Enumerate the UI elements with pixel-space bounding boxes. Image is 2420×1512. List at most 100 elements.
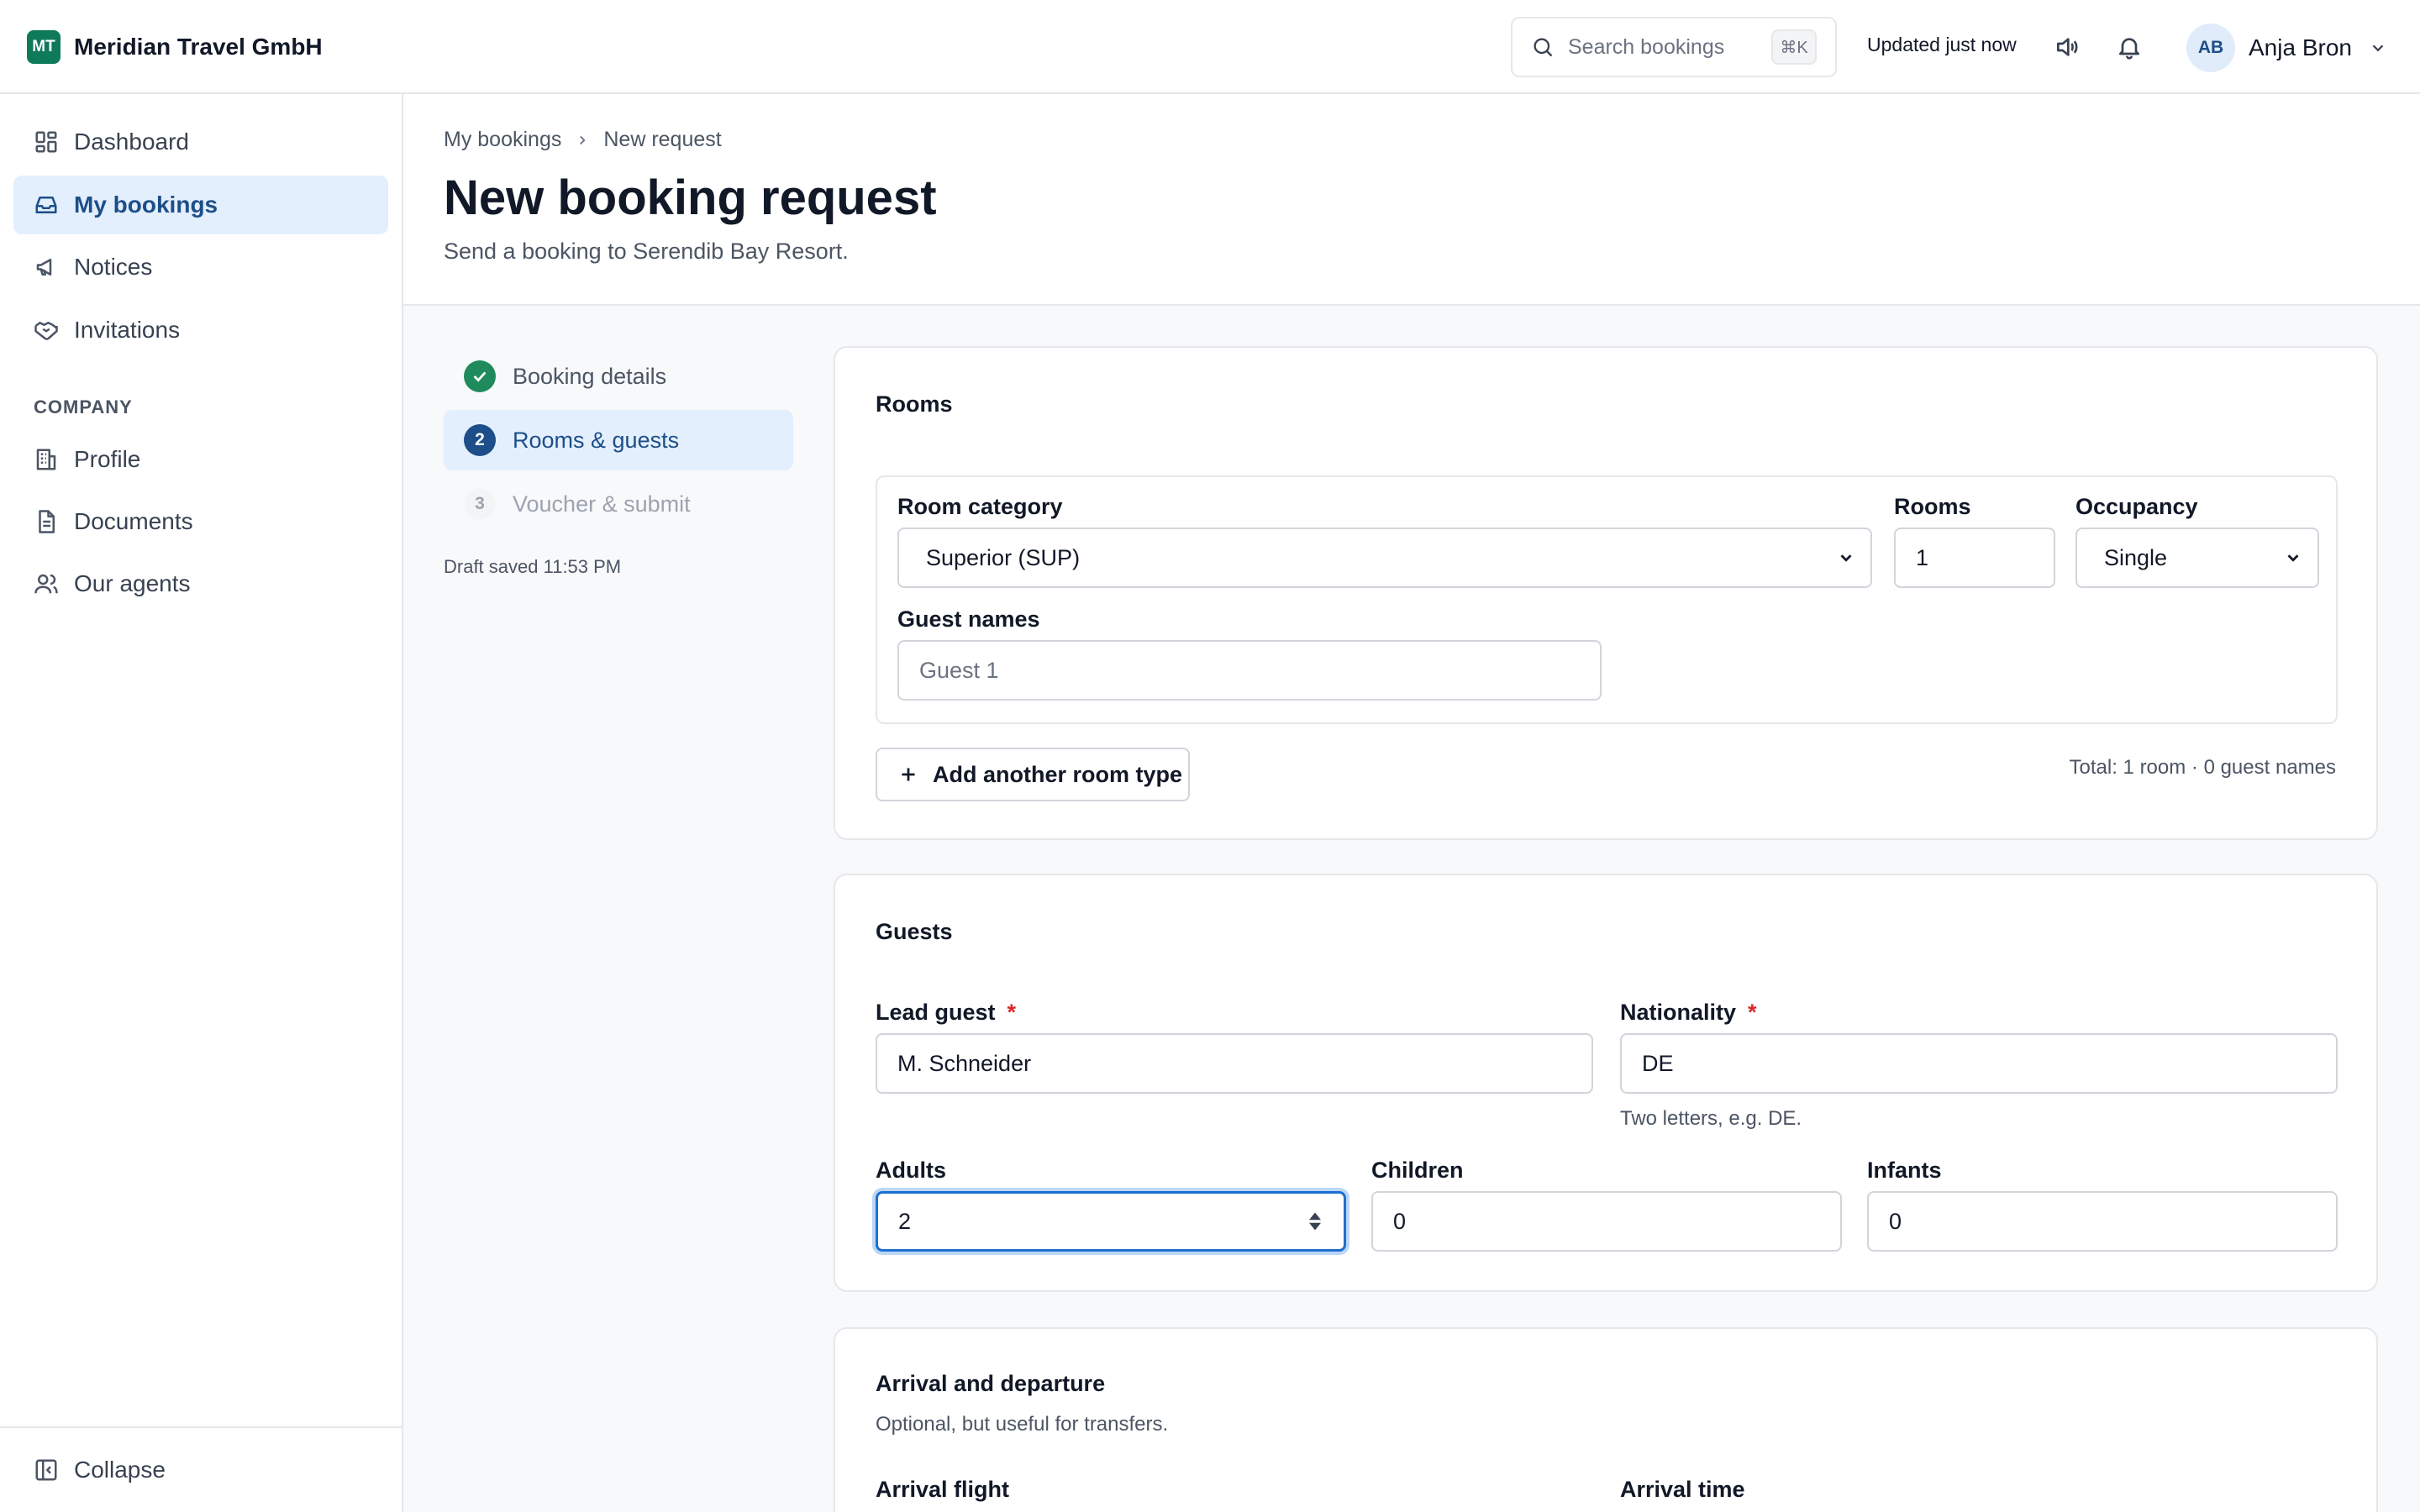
search-bar[interactable]: Search bookings ⌘K	[1511, 17, 1837, 77]
nationality-input[interactable]	[1620, 1033, 2338, 1094]
breadcrumb-link-my-bookings[interactable]: My bookings	[444, 128, 561, 152]
document-icon	[34, 509, 59, 534]
adults-input[interactable]	[876, 1191, 1346, 1252]
sidebar: Dashboard My bookings Notices Invitation…	[0, 94, 403, 1512]
chevron-down-icon	[2369, 39, 2387, 57]
sidebar-item-label: Invitations	[74, 317, 181, 343]
required-mark: *	[1748, 1000, 1757, 1025]
adults-field	[876, 1191, 1346, 1252]
speaker-icon[interactable]	[2050, 30, 2084, 64]
sidebar-item-documents[interactable]: Documents	[13, 492, 388, 551]
add-room-type-label: Add another room type	[933, 761, 1183, 787]
nationality-label: Nationality *	[1620, 1000, 1757, 1026]
sidebar-item-label: Dashboard	[74, 129, 189, 155]
check-circle-icon	[464, 360, 496, 392]
required-mark: *	[1007, 1000, 1017, 1025]
rooms-card-title: Rooms	[876, 391, 953, 417]
step-booking-details[interactable]: Booking details	[444, 346, 793, 407]
rooms-count-input[interactable]	[1894, 528, 2055, 588]
sidebar-item-label: Profile	[74, 446, 141, 472]
add-room-type-button[interactable]: Add another room type	[876, 748, 1190, 801]
step-number: 2	[464, 424, 496, 456]
sidebar-item-notices[interactable]: Notices	[13, 238, 388, 297]
arrival-card-title: Arrival and departure	[876, 1371, 1106, 1396]
arrival-card-subtitle: Optional, but useful for transfers.	[876, 1413, 1169, 1436]
sidebar-item-label: My bookings	[74, 192, 218, 218]
occupancy-select[interactable]: Single	[2075, 528, 2319, 588]
plus-icon	[897, 764, 919, 785]
sidebar-section-company: COMPANY	[34, 396, 133, 417]
brand-logo: MT	[27, 30, 60, 64]
infants-input[interactable]	[1867, 1191, 2338, 1252]
nationality-label-text: Nationality	[1620, 1000, 1737, 1025]
number-stepper-icon[interactable]	[1306, 1210, 1324, 1233]
guest-names-input[interactable]	[897, 640, 1602, 701]
page-header: My bookings New request New booking requ…	[403, 94, 2420, 306]
brand[interactable]: MT Meridian Travel GmbH	[27, 30, 323, 64]
users-icon	[34, 571, 59, 596]
room-category-value: Superior (SUP)	[926, 544, 1081, 570]
arrival-departure-card: Arrival and departure Optional, but usef…	[834, 1327, 2378, 1512]
room-category-select[interactable]: Superior (SUP)	[897, 528, 1872, 588]
sidebar-item-label: Documents	[74, 508, 193, 534]
user-menu[interactable]: AB Anja Bron	[2186, 24, 2387, 72]
dashboard-icon	[34, 129, 59, 155]
step-number: 3	[464, 488, 496, 520]
guest-names-label: Guest names	[897, 606, 1040, 632]
page-subtitle: Send a booking to Serendib Bay Resort.	[444, 239, 849, 264]
bell-icon[interactable]	[2112, 30, 2146, 64]
megaphone-icon	[34, 255, 59, 280]
guests-card-title: Guests	[876, 919, 953, 944]
handshake-icon	[34, 318, 59, 343]
sidebar-item-dashboard[interactable]: Dashboard	[13, 113, 388, 171]
breadcrumb-current: New request	[603, 128, 722, 151]
brand-name: Meridian Travel GmbH	[74, 34, 323, 60]
room-type-row: Room category Superior (SUP) Rooms Occup…	[876, 475, 2338, 724]
draft-status: Draft saved 11:53 PM	[444, 556, 622, 577]
nationality-hint: Two letters, e.g. DE.	[1620, 1107, 1802, 1130]
room-category-label: Room category	[897, 494, 1063, 519]
arrival-flight-label: Arrival flight	[876, 1477, 1010, 1502]
inbox-icon	[34, 192, 59, 218]
top-bar: MT Meridian Travel GmbH Search bookings …	[0, 0, 2420, 94]
occupancy-value: Single	[2104, 544, 2168, 570]
lead-guest-label-text: Lead guest	[876, 1000, 996, 1025]
user-name: Anja Bron	[2249, 34, 2352, 60]
lead-guest-label: Lead guest *	[876, 1000, 1016, 1026]
sidebar-item-our-agents[interactable]: Our agents	[13, 554, 388, 613]
page-title: New booking request	[444, 171, 937, 225]
building-icon	[34, 447, 59, 472]
sidebar-item-profile[interactable]: Profile	[13, 430, 388, 489]
step-label: Booking details	[513, 363, 667, 389]
rooms-card: Rooms Room category Superior (SUP) Rooms…	[834, 346, 2378, 840]
sidebar-item-label: Our agents	[74, 570, 191, 596]
chevron-down-icon	[1837, 549, 1855, 567]
occupancy-label: Occupancy	[2075, 494, 2198, 519]
step-label: Rooms & guests	[513, 427, 680, 453]
step-label: Voucher & submit	[513, 491, 691, 517]
search-icon	[1531, 35, 1555, 59]
chevron-down-icon	[2284, 549, 2302, 567]
sidebar-item-label: Notices	[74, 254, 153, 280]
rooms-count-label: Rooms	[1894, 494, 1971, 519]
search-shortcut: ⌘K	[1771, 29, 1817, 65]
guests-card: Guests Lead guest * Nationality * Two lett…	[834, 874, 2378, 1292]
step-rooms-guests[interactable]: 2 Rooms & guests	[444, 410, 793, 470]
main-content: Booking details 2 Rooms & guests 3 Vouch…	[403, 306, 2420, 1512]
sidebar-item-invitations[interactable]: Invitations	[13, 301, 388, 360]
collapse-sidebar-icon	[34, 1457, 59, 1483]
adults-label: Adults	[876, 1158, 946, 1183]
lead-guest-input[interactable]	[876, 1033, 1593, 1094]
arrival-time-label: Arrival time	[1620, 1477, 1745, 1502]
sidebar-item-my-bookings[interactable]: My bookings	[13, 176, 388, 234]
collapse-button[interactable]: Collapse	[0, 1426, 402, 1512]
rooms-total: Total: 1 room · 0 guest names	[2069, 756, 2336, 779]
avatar: AB	[2186, 24, 2235, 72]
children-input[interactable]	[1371, 1191, 1842, 1252]
search-placeholder: Search bookings	[1568, 34, 1725, 59]
collapse-label: Collapse	[74, 1457, 166, 1483]
step-voucher-submit[interactable]: 3 Voucher & submit	[444, 474, 793, 534]
infants-label: Infants	[1867, 1158, 1942, 1183]
chevron-right-icon	[575, 133, 590, 148]
children-label: Children	[1371, 1158, 1464, 1183]
